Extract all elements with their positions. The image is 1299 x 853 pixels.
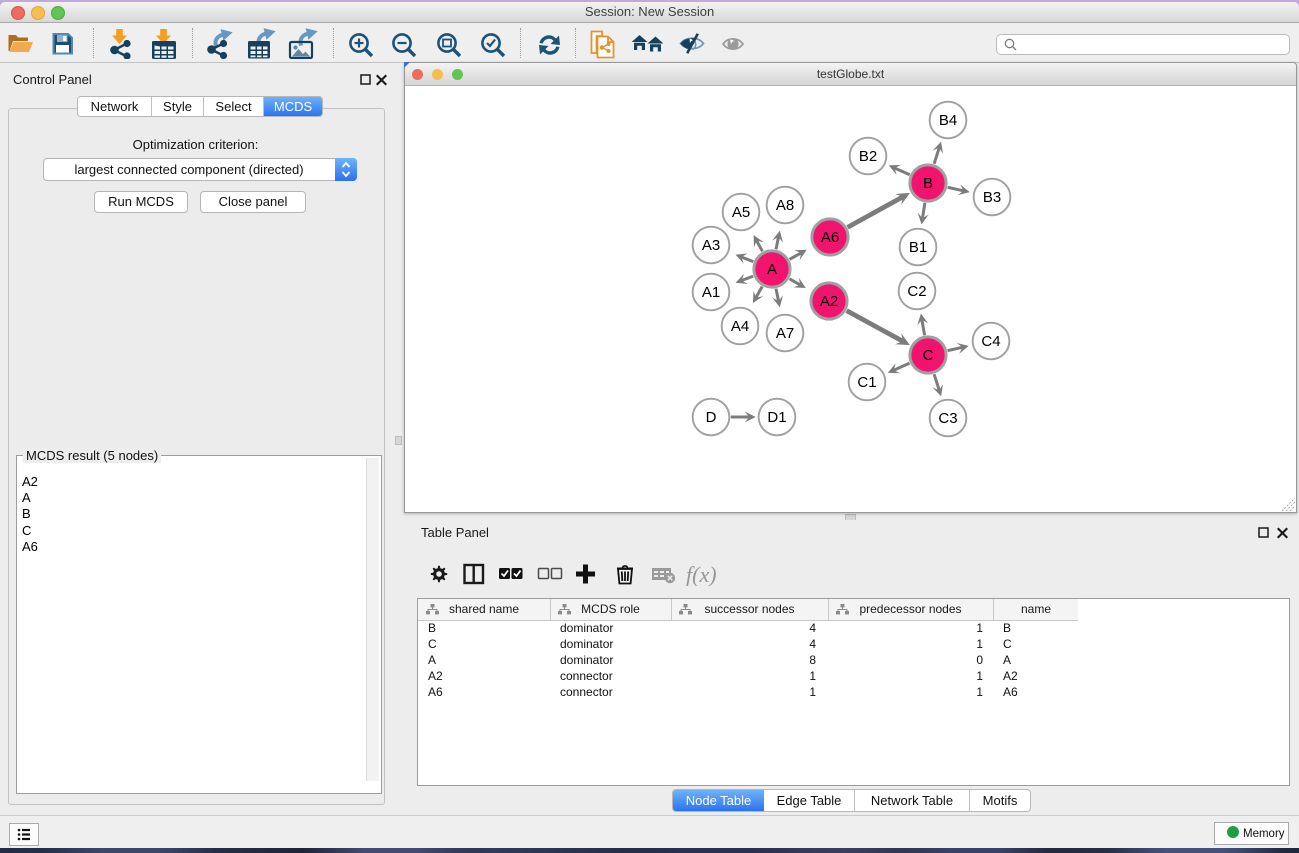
svg-text:B: B	[923, 175, 933, 192]
svg-text:A3: A3	[702, 237, 720, 254]
svg-text:B3: B3	[983, 189, 1001, 206]
svg-text:D: D	[706, 409, 717, 426]
svg-text:f(x): f(x)	[686, 562, 717, 586]
svg-text:A6: A6	[821, 229, 839, 246]
svg-text:C2: C2	[907, 283, 926, 300]
svg-text:A5: A5	[732, 204, 750, 221]
svg-text:A7: A7	[776, 325, 794, 342]
svg-text:B4: B4	[939, 112, 957, 129]
svg-text:C3: C3	[938, 410, 957, 427]
svg-text:A4: A4	[731, 318, 749, 335]
svg-text:A1: A1	[702, 284, 720, 301]
svg-text:C4: C4	[981, 333, 1000, 350]
svg-text:A2: A2	[820, 293, 838, 310]
svg-text:C1: C1	[857, 374, 876, 391]
svg-text:B1: B1	[909, 239, 927, 256]
svg-text:A: A	[767, 261, 777, 278]
svg-text:C: C	[923, 347, 934, 364]
svg-text:A8: A8	[776, 197, 794, 214]
svg-text:B2: B2	[859, 148, 877, 165]
svg-text:D1: D1	[767, 409, 786, 426]
